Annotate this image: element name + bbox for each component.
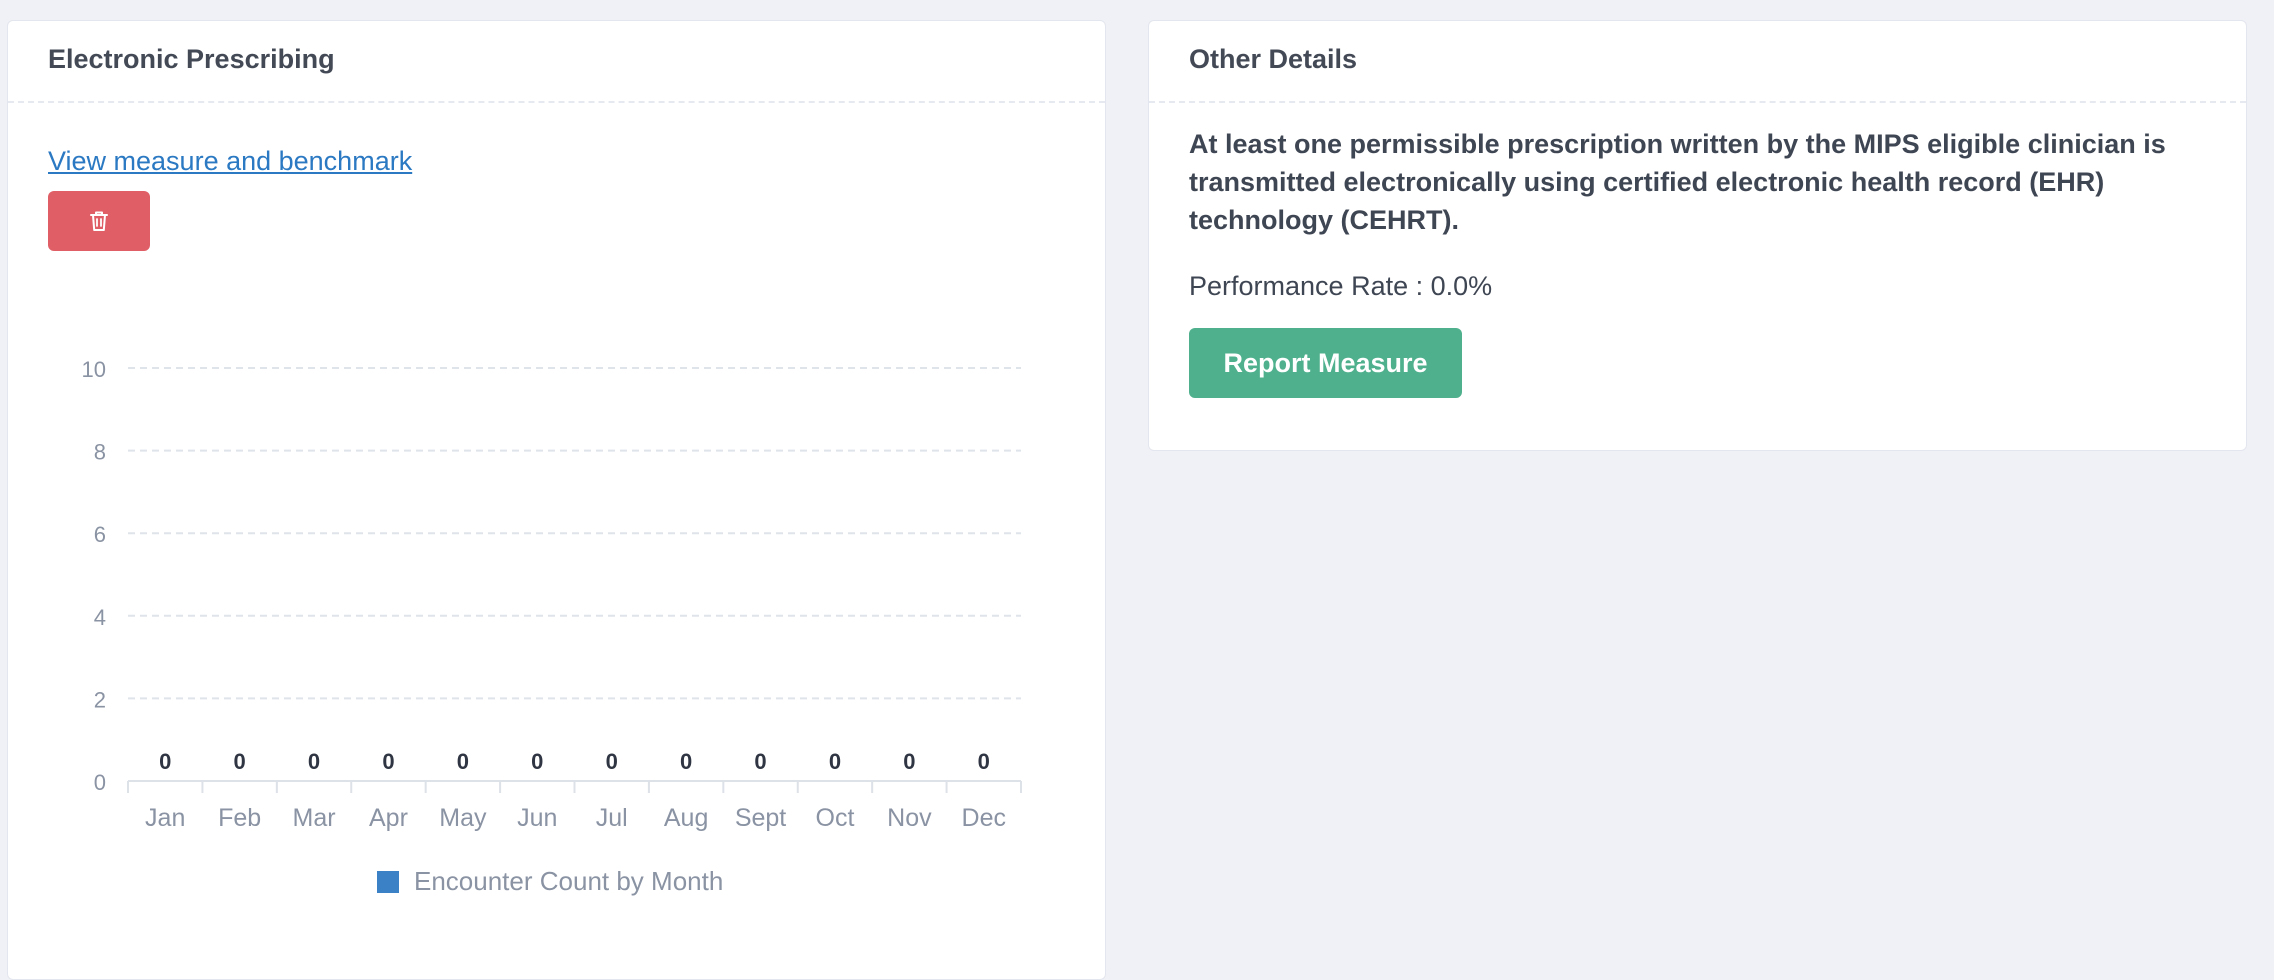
data-label: 0	[754, 749, 766, 774]
data-label: 0	[829, 749, 841, 774]
x-tick-label: Jan	[145, 804, 185, 832]
x-tick-label: Mar	[293, 804, 336, 832]
legend-swatch	[377, 871, 399, 893]
x-tick-label: May	[439, 804, 487, 832]
data-label: 0	[903, 749, 915, 774]
y-tick-label: 8	[94, 440, 106, 465]
x-tick-label: Feb	[218, 804, 261, 832]
legend-label: Encounter Count by Month	[414, 866, 723, 896]
data-label: 0	[606, 749, 618, 774]
y-tick-label: 2	[94, 687, 106, 712]
y-tick-label: 10	[82, 357, 106, 382]
data-label: 0	[457, 749, 469, 774]
x-tick-label: Jun	[517, 804, 557, 832]
data-label: 0	[234, 749, 246, 774]
y-tick-label: 4	[94, 605, 106, 630]
x-tick-label: Sept	[735, 804, 786, 832]
x-tick-label: Apr	[369, 804, 408, 832]
x-tick-label: Oct	[816, 804, 855, 832]
card-title: Other Details	[1189, 43, 1358, 74]
card-header: Other Details	[1149, 21, 2246, 103]
data-label: 0	[531, 749, 543, 774]
y-tick-label: 6	[94, 522, 106, 547]
performance-rate: Performance Rate : 0.0%	[1189, 271, 1493, 301]
x-tick-label: Jul	[596, 804, 628, 832]
measure-description: At least one permissible prescription wr…	[1189, 129, 2166, 235]
data-label: 0	[382, 749, 394, 774]
data-label: 0	[308, 749, 320, 774]
data-label: 0	[680, 749, 692, 774]
x-tick-label: Nov	[887, 804, 932, 832]
data-label: 0	[159, 749, 171, 774]
data-label: 0	[978, 749, 990, 774]
x-tick-label: Aug	[664, 804, 708, 832]
y-tick-label: 0	[94, 770, 106, 795]
electronic-prescribing-card: Electronic Prescribing View measure and …	[7, 20, 1106, 980]
x-tick-label: Dec	[962, 804, 1006, 832]
report-measure-button[interactable]: Report Measure	[1189, 328, 1462, 398]
other-details-card: Other Details At least one permissible p…	[1148, 20, 2247, 451]
encounter-count-chart: 0 2 4 6 8 10 0 Jan 0 Feb 0 Mar 0 Apr 0 May 0 Jun 0 Jul 0 Aug 0…	[82, 357, 1022, 896]
